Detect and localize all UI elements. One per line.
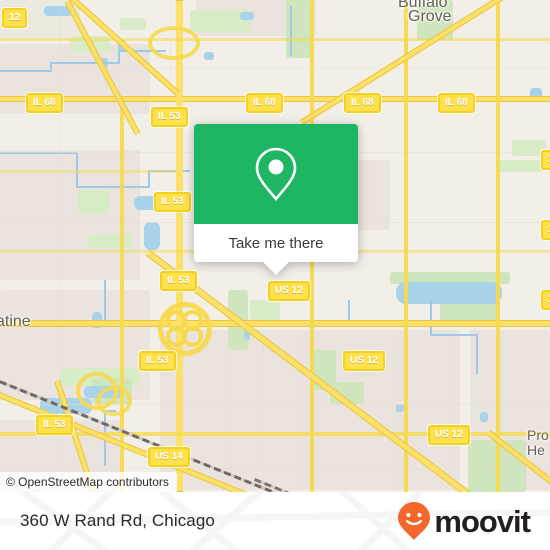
minor-road	[263, 330, 264, 492]
map-canvas[interactable]: Buffalo Grove atine Pro He 12 IL 68 IL 5…	[0, 0, 550, 492]
water-body	[396, 282, 502, 304]
interchange-loop	[96, 386, 132, 416]
route-shield: 12	[541, 220, 550, 240]
map-pin-icon	[255, 147, 297, 202]
arterial-road	[404, 0, 408, 492]
moovit-logo[interactable]: moovit	[397, 501, 531, 541]
take-me-there-button[interactable]: Take me there	[194, 224, 358, 262]
footer-bar: 360 W Rand Rd, Chicago moovit	[0, 492, 550, 550]
place-label-palatine: atine	[0, 313, 31, 330]
park-patch	[120, 18, 146, 30]
stream	[76, 186, 150, 188]
landuse-patch	[0, 44, 150, 114]
route-shield: 12	[2, 8, 28, 28]
stream	[430, 300, 432, 336]
park-patch	[496, 160, 544, 172]
minor-road	[230, 330, 231, 492]
arterial-road	[0, 38, 550, 41]
water-body	[480, 412, 488, 422]
minor-road	[300, 330, 301, 492]
route-shield: IL 53	[154, 192, 191, 212]
route-shield: IL 68	[344, 93, 381, 113]
place-label-prospect: Pro	[527, 427, 549, 443]
park-patch	[88, 234, 132, 248]
minor-road	[395, 330, 396, 492]
route-shield: 12	[541, 150, 550, 170]
interchange-loop	[148, 26, 200, 60]
route-shield: US 12	[343, 351, 385, 371]
stream	[430, 334, 478, 336]
highway-corridor	[0, 320, 550, 327]
route-shield: US 12	[428, 425, 470, 445]
park-patch	[250, 300, 280, 320]
route-shield: IL 53	[139, 351, 176, 371]
address-label: 360 W Rand Rd, Chicago	[20, 511, 215, 530]
arterial-road	[496, 0, 500, 492]
route-shield: IL 53	[160, 271, 197, 291]
moovit-pin-icon	[398, 502, 431, 540]
water-body	[204, 52, 214, 60]
route-shield: IL 53	[151, 107, 188, 127]
screenshot-root: Buffalo Grove atine Pro He 12 IL 68 IL 5…	[0, 0, 550, 550]
interchange-loop	[182, 326, 203, 347]
route-shield: US 14	[148, 447, 190, 467]
destination-callout-card[interactable]: Take me there	[194, 124, 358, 275]
water-body	[144, 222, 160, 250]
route-shield: IL 68	[26, 93, 63, 113]
stream	[290, 6, 292, 56]
park-patch	[78, 190, 110, 214]
moovit-wordmark: moovit	[434, 503, 531, 539]
stream	[476, 334, 478, 374]
place-label-grove: Grove	[408, 8, 452, 25]
minor-road	[455, 330, 456, 492]
route-shield: IL 53	[36, 415, 73, 435]
stream	[0, 70, 52, 72]
water-body	[396, 404, 404, 412]
callout-pin-area	[194, 124, 358, 224]
stream	[104, 280, 106, 324]
route-shield: IL 68	[438, 93, 475, 113]
water-body	[240, 12, 254, 20]
arterial-road	[0, 170, 176, 173]
route-shield: US 12	[268, 281, 310, 301]
stream	[118, 50, 120, 64]
route-shield: 12	[541, 290, 550, 310]
take-me-there-label: Take me there	[228, 234, 324, 252]
minor-road	[0, 68, 550, 69]
route-shield: IL 68	[246, 93, 283, 113]
place-label-heights: He	[527, 442, 545, 458]
map-attribution[interactable]: © OpenStreetMap contributors	[0, 472, 177, 492]
callout-tail	[263, 262, 289, 275]
